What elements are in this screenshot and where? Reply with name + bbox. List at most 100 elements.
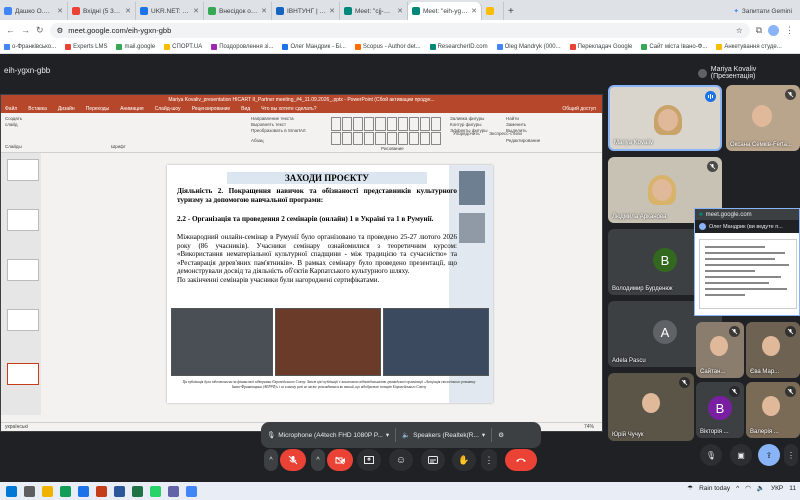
zoom-level: 74% [583,424,594,430]
more-vertical-icon: ⋮ [787,450,795,460]
bookmark-item[interactable]: Oleg Mandryk (000... [496,43,561,50]
reload-icon[interactable]: ↻ [36,25,44,36]
site-info-icon[interactable]: ⚙ [57,26,64,35]
participant-tile[interactable]: В Вікторія ... [696,382,744,438]
camera-options-button[interactable]: ^ [311,449,325,471]
bookmark-item[interactable]: Сайт міста Івано-Ф... [641,43,707,50]
wifi-icon[interactable]: ◠ [745,484,751,492]
slide-caption: Ця публікація була підготовлена за фінан… [182,380,476,389]
bookmark-item[interactable]: СПОРТ.UA [164,43,202,50]
close-tab-icon[interactable]: ✕ [193,7,199,15]
volume-icon[interactable]: 🔈 [757,484,765,492]
bookmark-item[interactable]: Анкетування студе... [716,43,782,50]
close-tab-icon[interactable]: ✕ [471,7,477,15]
pip-preview [699,239,797,309]
pip-more-button[interactable]: ⋮ [784,444,798,466]
chevron-up-icon: ^ [269,456,273,464]
close-tab-icon[interactable]: ✕ [125,7,131,15]
extensions-icon[interactable]: ⧉ [756,25,762,36]
participant-tile[interactable]: Оксана Семків-Ferta... [726,85,800,151]
chrome-active-icon[interactable] [186,485,197,497]
browser-tab[interactable] [482,2,504,20]
bookmark-item[interactable]: Поздоровлення зі... [211,43,273,50]
settings-button[interactable]: ⚙ [498,431,504,439]
browser-tab[interactable]: Meet: "cjj-mfic-epf"✕ [340,2,408,20]
hand-icon: ✋ [458,454,470,465]
microphone-select[interactable]: 🎙 Microphone (A4tech FHD 1080P P... ▾ [267,431,390,440]
bookmark-star-icon[interactable]: ☆ [736,26,743,35]
camera-toggle-button[interactable] [327,449,353,471]
reactions-button[interactable]: ☺ [389,449,413,471]
browser-tab[interactable]: Вхідні (5 397) - oleh.mand✕ [68,2,136,20]
captions-button[interactable] [421,449,445,471]
file-explorer-icon[interactable] [42,485,53,497]
speakers-select[interactable]: 🔈 Speakers (Realtek(R... ▾ [402,431,486,440]
slide-thumbnail [7,159,39,181]
participant-tile[interactable]: Сайтан... [696,322,744,378]
chevron-down-icon: ▾ [385,432,390,439]
browser-tab[interactable]: UKR.NET: Всі новини Укр✕ [136,2,204,20]
browser-tab[interactable]: Дашко О.М. - Google А✕ [0,2,68,20]
mic-toggle-button[interactable] [280,449,306,471]
meet-pip-window[interactable]: ■ meet.google.com Олег Мандрик (ви ведуте… [694,208,800,316]
participant-tile[interactable]: Валерія ... [746,382,800,438]
speaker-icon: 🔈 [402,432,411,439]
close-tab-icon[interactable]: ✕ [329,7,335,15]
meet-icon: ■ [699,211,703,218]
pip-camera-button[interactable]: ▣ [730,444,752,466]
gemini-button[interactable]: ✦ Запитати Gemini [725,2,800,20]
present-button[interactable] [357,449,381,471]
participant-tile[interactable]: Mariya Kovaliv [608,85,722,151]
bookmark-item[interactable]: mail.google [116,43,155,50]
mic-options-button[interactable]: ^ [264,449,278,471]
weather-text[interactable]: Rain today [699,485,730,492]
windows-start-icon[interactable] [6,485,17,497]
bookmark-favicon-icon [429,43,436,50]
bookmark-item[interactable]: Олег Мандрик - Бі... [282,43,346,50]
browser-tab-active[interactable]: Meet: "eih-ygxn-gbb"✕ [408,2,482,20]
menu-icon[interactable]: ⋮ [785,25,794,36]
bookmark-item[interactable]: Scopus - Author det... [354,43,421,50]
word-icon[interactable] [114,485,125,497]
chevron-up-icon[interactable]: ^ [736,485,739,492]
bookmark-item[interactable]: Перекладач Google [569,43,632,50]
participant-tile[interactable]: Юрій Чучук [608,373,694,441]
chrome-icon[interactable] [60,485,71,497]
bookmark-item[interactable]: о-Франківсько... [4,43,56,50]
leave-call-button[interactable] [505,449,537,471]
clock[interactable]: 11 [789,485,796,492]
bookmark-favicon-icon [4,43,10,50]
camera-off-icon [335,456,345,464]
excel-icon[interactable] [132,485,143,497]
weather-icon: ☂ [687,485,694,492]
back-icon[interactable]: ← [6,25,15,35]
end-call-icon [516,458,526,462]
forward-icon[interactable]: → [21,25,30,35]
profile-avatar[interactable] [768,24,779,36]
new-tab-button[interactable]: + [504,2,518,20]
slide-thumbnail-selected [7,363,39,385]
pip-mic-button[interactable]: 🎙 [700,444,722,466]
browser-tab[interactable]: Внесідок обміняно До✕ [204,2,272,20]
more-vertical-icon: ⋮ [484,454,494,465]
whatsapp-icon[interactable] [150,485,161,497]
teams-icon[interactable] [168,485,179,497]
close-tab-icon[interactable]: ✕ [261,7,267,15]
search-icon[interactable] [24,485,35,497]
bookmark-item[interactable]: Experts LMS [65,43,107,50]
seminar-screenshot [383,308,489,376]
app-icon[interactable] [78,485,89,497]
language-indicator[interactable]: УКР [771,485,783,492]
more-options-button[interactable]: ⋮ [481,449,497,471]
raise-hand-button[interactable]: ✋ [452,449,476,471]
powerpoint-icon[interactable] [96,485,107,497]
chevron-down-icon: ▾ [481,432,486,439]
mic-off-icon [288,455,298,465]
bookmark-item[interactable]: ResearcherID.com [429,43,488,50]
browser-tab[interactable]: ІВНТУНГ | Івано-Франків✕ [272,2,340,20]
address-bar[interactable]: ⚙ meet.google.com/eih-ygxn-gbb ☆ [49,22,750,38]
participant-tile[interactable]: Єва Мар... [746,322,800,378]
close-tab-icon[interactable]: ✕ [397,7,403,15]
close-tab-icon[interactable]: ✕ [57,7,63,15]
pip-present-button[interactable]: ⇪ [758,444,780,466]
